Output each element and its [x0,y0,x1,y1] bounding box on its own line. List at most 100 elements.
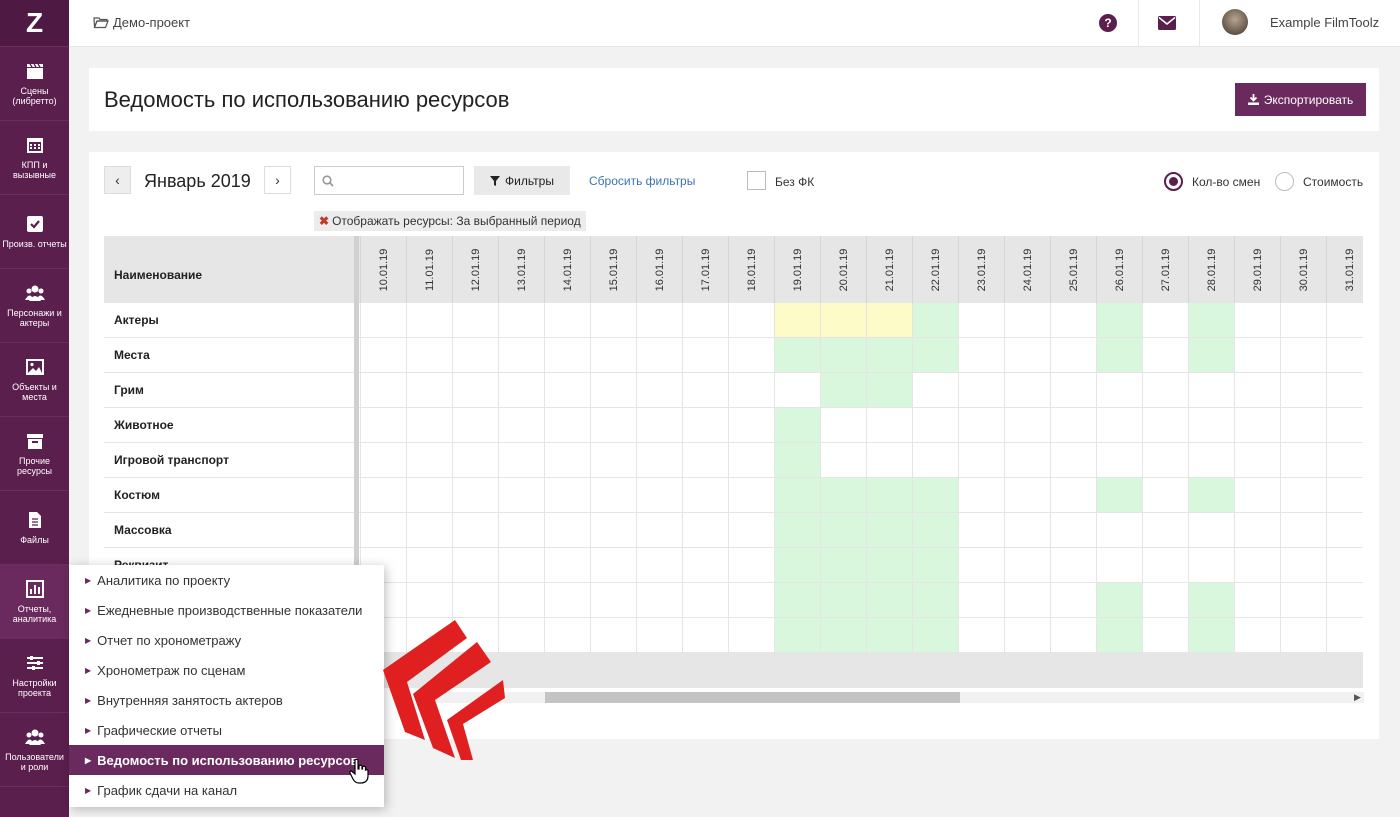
scroll-right-icon[interactable]: ▶ [1354,692,1361,703]
date-column: 26.01.19 [1096,236,1142,688]
filters-button[interactable]: Фильтры [474,166,570,195]
table-cell [452,373,498,408]
date-header[interactable]: 24.01.19 [1004,236,1050,303]
row-name: Актеры [104,303,360,338]
reset-filters-link[interactable]: Сбросить фильтры [589,174,695,188]
date-header[interactable]: 13.01.19 [498,236,544,303]
date-header[interactable]: 14.01.19 [544,236,590,303]
table-cell [636,548,682,583]
table-cell [958,513,1004,548]
prev-month-button[interactable]: ‹ [104,166,131,194]
scrollbar-thumb[interactable] [545,692,960,703]
shifts-radio[interactable] [1164,172,1183,191]
submenu-item[interactable]: ▶ Хронометраж по сценам [69,655,384,685]
submenu-item[interactable]: ▶ Графические отчеты [69,715,384,745]
date-header[interactable]: 10.01.19 [360,236,406,303]
date-header[interactable]: 27.01.19 [1142,236,1188,303]
total-cell [820,653,866,688]
table-cell [406,408,452,443]
cost-radio[interactable] [1275,172,1294,191]
submenu-item[interactable]: ▶ Ежедневные производственные показатели [69,595,384,625]
date-header[interactable]: 23.01.19 [958,236,1004,303]
mail-icon[interactable] [1158,16,1176,30]
table-cell [866,583,912,618]
date-column: 19.01.19 [774,236,820,688]
submenu-item[interactable]: ▶ Внутренняя занятость актеров [69,685,384,715]
table-cell [544,408,590,443]
date-header[interactable]: 28.01.19 [1188,236,1234,303]
sidebar-item-prod-reports[interactable]: Произв. отчеты [0,195,69,269]
date-header[interactable]: 30.01.19 [1280,236,1326,303]
date-header[interactable]: 11.01.19 [406,236,452,303]
table-cell [360,303,406,338]
sidebar-item-files[interactable]: Файлы [0,491,69,565]
table-cell [1004,548,1050,583]
table-cell [866,443,912,478]
submenu-item[interactable]: ▶ График сдачи на канал [69,775,384,805]
no-fk-checkbox[interactable] [747,171,766,190]
user-name[interactable]: Example FilmToolz [1270,15,1379,30]
date-header[interactable]: 17.01.19 [682,236,728,303]
table-cell [912,303,958,338]
date-header[interactable]: 20.01.19 [820,236,866,303]
table-cell [498,548,544,583]
archive-icon [26,434,43,449]
date-header[interactable]: 18.01.19 [728,236,774,303]
table-cell [636,338,682,373]
table-cell [820,408,866,443]
table-cell [1050,408,1096,443]
sidebar-item-resources[interactable]: Прочие ресурсы [0,417,69,491]
total-cell [1096,653,1142,688]
sidebar-item-objects[interactable]: Объекты и места [0,343,69,417]
caret-right-icon: ▶ [85,785,92,795]
date-header[interactable]: 22.01.19 [912,236,958,303]
sidebar-item-label: Произв. отчеты [2,239,67,249]
sidebar-item-reports[interactable]: Отчеты, аналитика [0,565,69,639]
table-cell [1096,443,1142,478]
date-column: 23.01.19 [958,236,1004,688]
table-cell [1096,583,1142,618]
date-header[interactable]: 31.01.19 [1326,236,1363,303]
date-header[interactable]: 19.01.19 [774,236,820,303]
help-icon[interactable]: ? [1099,14,1117,32]
row-name: Грим [104,373,360,408]
remove-tag-icon[interactable]: ✖ [319,214,329,228]
date-label: 23.01.19 [975,248,988,291]
submenu-item[interactable]: ▶ Отчет по хронометражу [69,625,384,655]
date-header[interactable]: 16.01.19 [636,236,682,303]
submenu-item[interactable]: ▶ Аналитика по проекту [69,565,384,595]
date-header[interactable]: 26.01.19 [1096,236,1142,303]
date-label: 15.01.19 [607,248,620,291]
sidebar-item-characters[interactable]: Персонажи и актеры [0,269,69,343]
sidebar-item-label: Персонажи и актеры [7,308,62,328]
sidebar-item-settings[interactable]: Настройки проекта [0,639,69,713]
table-cell [1280,583,1326,618]
table-cell [1142,408,1188,443]
table-cell [590,373,636,408]
app-logo[interactable]: Z [0,0,69,47]
red-arrows-annotation [383,620,505,760]
sidebar-item-scenes[interactable]: Сцены (либретто) [0,47,69,121]
table-cell [1188,478,1234,513]
date-header[interactable]: 29.01.19 [1234,236,1280,303]
table-cell [1096,618,1142,653]
table-cell [406,443,452,478]
date-header[interactable]: 15.01.19 [590,236,636,303]
table-cell [1050,443,1096,478]
breadcrumb[interactable]: Демо-проект [93,15,190,30]
avatar[interactable] [1222,9,1248,35]
next-month-button[interactable]: › [264,166,291,194]
sidebar-item-callsheets[interactable]: КПП и вызывные [0,121,69,195]
date-header[interactable]: 25.01.19 [1050,236,1096,303]
date-header[interactable]: 21.01.19 [866,236,912,303]
sidebar-item-users[interactable]: Пользователи и роли [0,713,69,787]
export-button[interactable]: Экспортировать [1235,83,1366,116]
submenu-item[interactable]: ▶ Ведомость по использованию ресурсов [69,745,384,775]
table-cell [544,548,590,583]
date-header[interactable]: 12.01.19 [452,236,498,303]
date-label: 19.01.19 [791,248,804,291]
date-column: 27.01.19 [1142,236,1188,688]
date-label: 25.01.19 [1067,248,1080,291]
table-cell [1142,618,1188,653]
search-input[interactable] [314,166,464,195]
